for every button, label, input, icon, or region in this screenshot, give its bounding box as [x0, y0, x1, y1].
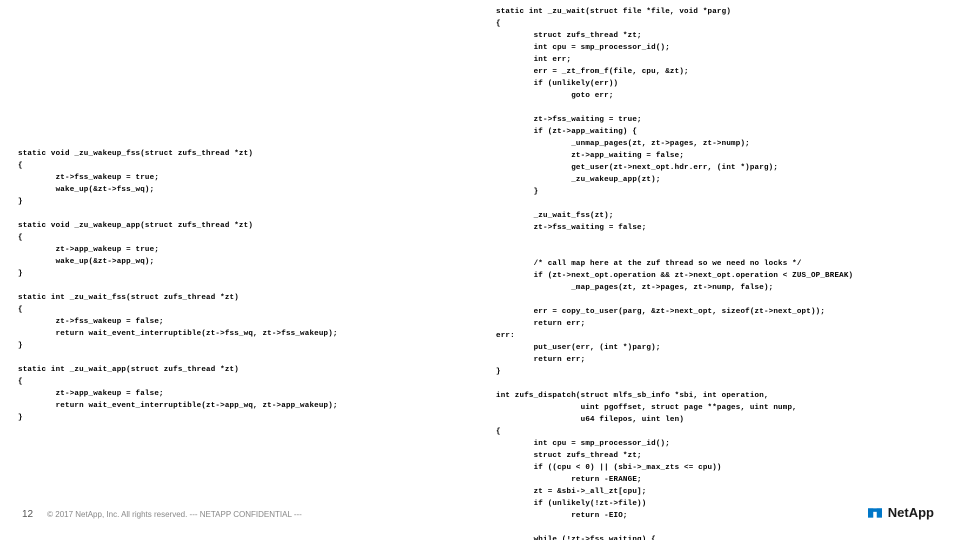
netapp-logo-icon	[868, 506, 882, 520]
footer-bar: 12 © 2017 NetApp, Inc. All rights reserv…	[22, 509, 302, 520]
slide-page: static void _zu_wakeup_fss(struct zufs_t…	[0, 0, 960, 540]
code-block-left: static void _zu_wakeup_fss(struct zufs_t…	[18, 148, 478, 424]
code-block-right: static int _zu_wait(struct file *file, v…	[496, 6, 956, 540]
netapp-logo: NetApp	[868, 505, 934, 520]
netapp-logo-text: NetApp	[888, 505, 934, 520]
copyright-text: © 2017 NetApp, Inc. All rights reserved.…	[47, 510, 302, 519]
page-number: 12	[22, 509, 33, 520]
